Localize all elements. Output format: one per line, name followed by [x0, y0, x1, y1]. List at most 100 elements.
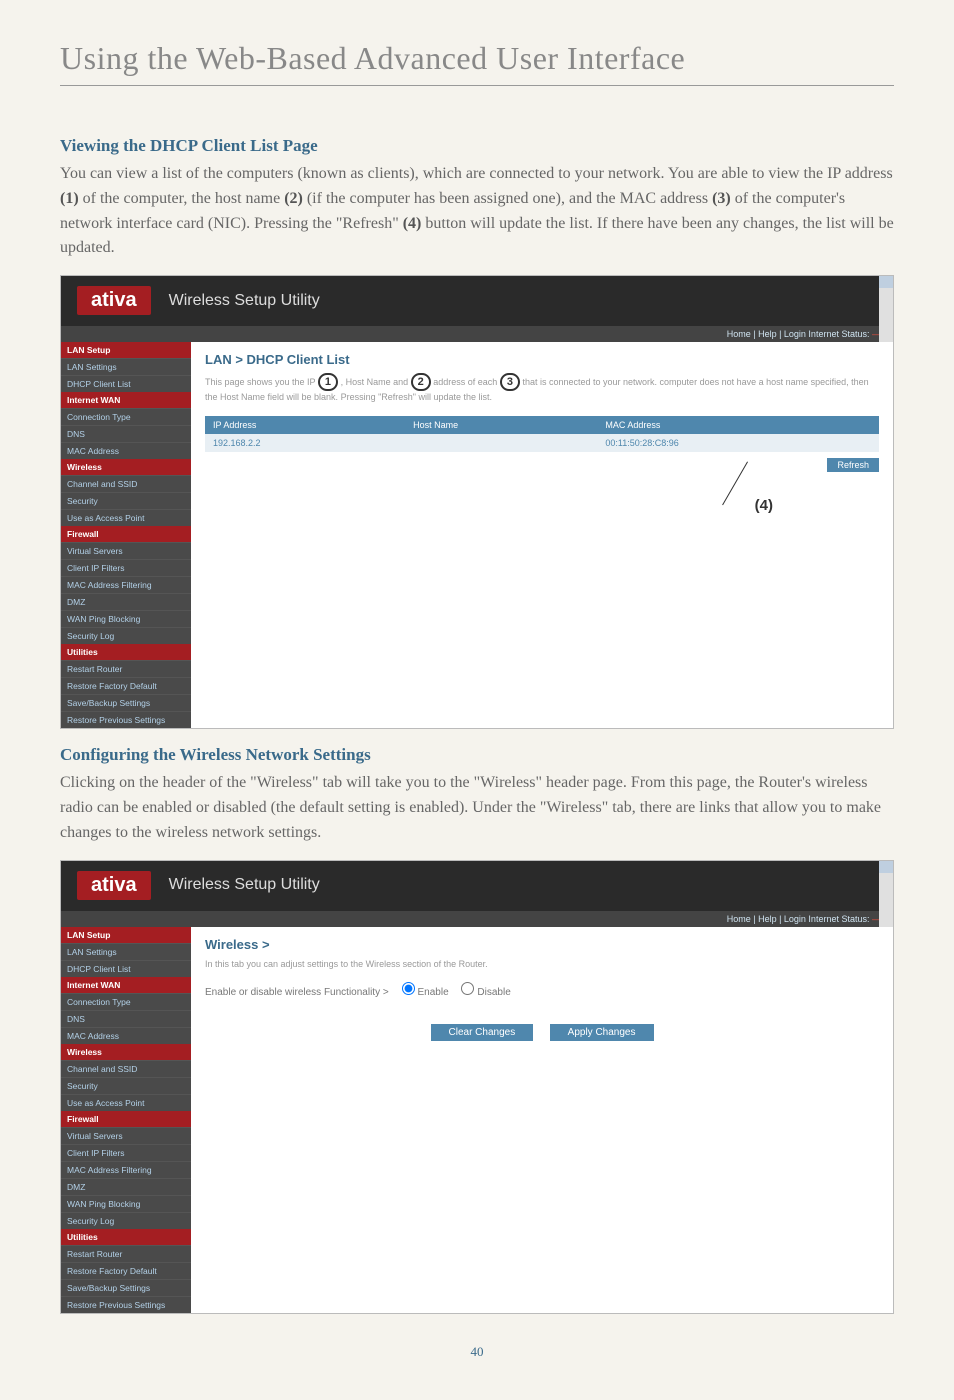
col-ip: IP Address — [205, 416, 405, 434]
callout-ref-2: (2) — [284, 190, 303, 207]
radio-label: Enable or disable wireless Functionality… — [205, 987, 389, 998]
brand-logo: ativa — [77, 286, 151, 315]
callout-ref-3: (3) — [712, 190, 731, 207]
cell-hostname — [405, 434, 597, 452]
callout-3: 3 — [500, 373, 520, 391]
button-row: Clear Changes Apply Changes — [205, 1022, 879, 1041]
main-panel: LAN > DHCP Client List This page shows y… — [191, 342, 893, 728]
meta-bar: Home | Help | Login Internet Status: — — [61, 325, 893, 342]
sidebar-item[interactable]: LAN Settings — [61, 358, 191, 375]
sidebar-item[interactable]: Restore Previous Settings — [61, 711, 191, 728]
sidebar-item[interactable]: Restore Previous Settings — [61, 1296, 191, 1313]
brand-subtitle: Wireless Setup Utility — [169, 292, 320, 310]
sidebar-item[interactable]: Client IP Filters — [61, 559, 191, 576]
enable-radio[interactable] — [402, 982, 415, 995]
section1-body: You can view a list of the computers (kn… — [60, 162, 894, 261]
sidebar-item[interactable]: Security Log — [61, 1212, 191, 1229]
panel-description: This page shows you the IP 1 , Host Name… — [205, 373, 879, 404]
sidebar-item[interactable]: Restart Router — [61, 660, 191, 677]
sidebar-item[interactable]: MAC Address Filtering — [61, 576, 191, 593]
sidebar-group-head[interactable]: Firewall — [61, 526, 191, 542]
sidebar-item[interactable]: Virtual Servers — [61, 542, 191, 559]
sidebar-item[interactable]: WAN Ping Blocking — [61, 1195, 191, 1212]
page-number: 40 — [60, 1344, 894, 1360]
sidebar-group-head[interactable]: Utilities — [61, 1229, 191, 1245]
sidebar-item[interactable]: Restart Router — [61, 1245, 191, 1262]
callout-4: (4) — [755, 497, 773, 514]
sidebar-item[interactable]: Save/Backup Settings — [61, 1279, 191, 1296]
clear-changes-button[interactable]: Clear Changes — [431, 1024, 534, 1041]
dhcp-client-table: IP Address Host Name MAC Address 192.168… — [205, 416, 879, 452]
sidebar-item[interactable]: Security — [61, 492, 191, 509]
col-mac: MAC Address — [597, 416, 879, 434]
sidebar-item[interactable]: DNS — [61, 1010, 191, 1027]
wireless-enable-row: Enable or disable wireless Functionality… — [205, 982, 879, 998]
section1-heading: Viewing the DHCP Client List Page — [60, 136, 894, 156]
sidebar: LAN SetupLAN SettingsDHCP Client ListInt… — [61, 927, 191, 1313]
sidebar: LAN SetupLAN SettingsDHCP Client ListInt… — [61, 342, 191, 728]
sidebar-item[interactable]: Channel and SSID — [61, 475, 191, 492]
body-text: of the computer, the host name — [79, 190, 285, 207]
sidebar-item[interactable]: MAC Address — [61, 442, 191, 459]
sidebar-item[interactable]: MAC Address Filtering — [61, 1161, 191, 1178]
sidebar-group-head[interactable]: Firewall — [61, 1111, 191, 1127]
page-title: Using the Web-Based Advanced User Interf… — [60, 40, 894, 77]
body-text: (if the computer has been assigned one),… — [303, 190, 712, 207]
sidebar-item[interactable]: DHCP Client List — [61, 375, 191, 392]
brand-logo: ativa — [77, 871, 151, 900]
sidebar-item[interactable]: Restore Factory Default — [61, 677, 191, 694]
sidebar-group-head[interactable]: Wireless — [61, 459, 191, 475]
sidebar-item[interactable]: Connection Type — [61, 993, 191, 1010]
table-header-row: IP Address Host Name MAC Address — [205, 416, 879, 434]
section2-heading: Configuring the Wireless Network Setting… — [60, 745, 894, 765]
sidebar-item[interactable]: Use as Access Point — [61, 1094, 191, 1111]
sidebar-item[interactable]: DHCP Client List — [61, 960, 191, 977]
disable-radio[interactable] — [461, 982, 474, 995]
sidebar-item[interactable]: WAN Ping Blocking — [61, 610, 191, 627]
sidebar-item[interactable]: Connection Type — [61, 408, 191, 425]
sidebar-group-head[interactable]: LAN Setup — [61, 342, 191, 358]
sidebar-item[interactable]: Restore Factory Default — [61, 1262, 191, 1279]
sidebar-item[interactable]: Save/Backup Settings — [61, 694, 191, 711]
apply-changes-button[interactable]: Apply Changes — [550, 1024, 654, 1041]
sidebar-item[interactable]: Virtual Servers — [61, 1127, 191, 1144]
sidebar-item[interactable]: Security — [61, 1077, 191, 1094]
sidebar-group-head[interactable]: Internet WAN — [61, 392, 191, 408]
app-header: ativa Wireless Setup Utility — [61, 276, 893, 325]
sidebar-item[interactable]: Use as Access Point — [61, 509, 191, 526]
callout-1: 1 — [318, 373, 338, 391]
sidebar-item[interactable]: LAN Settings — [61, 943, 191, 960]
main-panel: Wireless > In this tab you can adjust se… — [191, 927, 893, 1313]
app-header: ativa Wireless Setup Utility — [61, 861, 893, 910]
callout-ref-4: (4) — [403, 215, 422, 232]
panel-title: LAN > DHCP Client List — [205, 352, 879, 367]
sidebar-item[interactable]: Security Log — [61, 627, 191, 644]
panel-title: Wireless > — [205, 937, 879, 952]
refresh-button[interactable]: Refresh — [827, 458, 879, 472]
sidebar-group-head[interactable]: Internet WAN — [61, 977, 191, 993]
screenshot-dhcp: ativa Wireless Setup Utility Home | Help… — [60, 275, 894, 729]
title-divider — [60, 85, 894, 86]
sidebar-item[interactable]: DMZ — [61, 593, 191, 610]
enable-label: Enable — [418, 987, 449, 998]
sidebar-item[interactable]: Channel and SSID — [61, 1060, 191, 1077]
meta-bar: Home | Help | Login Internet Status: — — [61, 910, 893, 927]
screenshot-wireless: ativa Wireless Setup Utility Home | Help… — [60, 860, 894, 1314]
brand-subtitle: Wireless Setup Utility — [169, 876, 320, 894]
sidebar-item[interactable]: Client IP Filters — [61, 1144, 191, 1161]
panel-description: In this tab you can adjust settings to t… — [205, 958, 879, 971]
sidebar-group-head[interactable]: Utilities — [61, 644, 191, 660]
section2-body: Clicking on the header of the "Wireless"… — [60, 771, 894, 845]
disable-label: Disable — [477, 987, 510, 998]
callout-ref-1: (1) — [60, 190, 79, 207]
callout-2: 2 — [411, 373, 431, 391]
sidebar-item[interactable]: MAC Address — [61, 1027, 191, 1044]
body-text: You can view a list of the computers (kn… — [60, 165, 893, 182]
col-hostname: Host Name — [405, 416, 597, 434]
cell-mac: 00:11:50:28:C8:96 — [597, 434, 879, 452]
sidebar-item[interactable]: DNS — [61, 425, 191, 442]
table-row: 192.168.2.2 00:11:50:28:C8:96 — [205, 434, 879, 452]
sidebar-group-head[interactable]: LAN Setup — [61, 927, 191, 943]
sidebar-item[interactable]: DMZ — [61, 1178, 191, 1195]
sidebar-group-head[interactable]: Wireless — [61, 1044, 191, 1060]
